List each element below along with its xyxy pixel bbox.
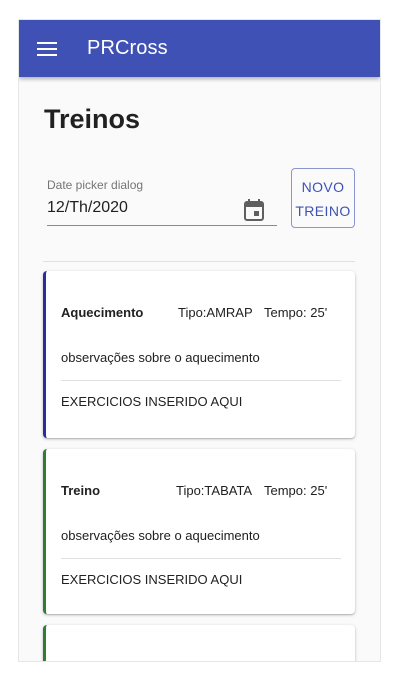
workout-card[interactable]: Aquecimento Tipo:AMRAP Tempo: 25' observ… [43, 271, 355, 438]
card-header: Treino Tipo:TABATA Tempo: 25' [61, 483, 341, 501]
calendar-icon [244, 199, 264, 221]
card-tipo: Tipo:AMRAP [178, 305, 253, 320]
date-picker-value[interactable]: 12/Th/2020 [47, 199, 128, 217]
card-observations: observações sobre o aquecimento [61, 528, 260, 543]
new-workout-line2: TREINO [295, 203, 351, 219]
divider [43, 261, 355, 262]
card-tempo: Tempo: 25' [264, 483, 328, 498]
card-tipo: Tipo:TABATA [176, 483, 253, 498]
page-title: Treinos [44, 104, 141, 134]
new-workout-button[interactable]: NOVO TREINO [291, 168, 355, 228]
card-exercises: EXERCICIOS INSERIDO AQUI [61, 572, 243, 587]
date-picker-field[interactable]: Date picker dialog 12/Th/2020 [47, 177, 277, 226]
new-workout-line1: NOVO [301, 179, 345, 195]
card-divider [61, 380, 341, 381]
card-name: Treino [61, 483, 101, 498]
card-exercises: EXERCICIOS INSERIDO AQUI [61, 394, 243, 409]
calendar-button[interactable] [243, 199, 265, 221]
card-divider [61, 558, 341, 559]
workout-card[interactable] [43, 625, 355, 661]
card-header: Aquecimento Tipo:AMRAP Tempo: 25' [61, 305, 341, 323]
app-bar: PRCross [19, 20, 380, 77]
menu-button[interactable] [19, 20, 75, 77]
workout-card[interactable]: Treino Tipo:TABATA Tempo: 25' observaçõe… [43, 449, 355, 614]
date-picker-label: Date picker dialog [47, 178, 144, 192]
app-frame: PRCross Treinos Date picker dialog 12/Th… [19, 20, 380, 661]
card-name: Aquecimento [61, 305, 144, 320]
card-tempo: Tempo: 25' [264, 305, 328, 320]
menu-icon [37, 41, 57, 56]
card-observations: observações sobre o aquecimento [61, 350, 260, 365]
app-title: PRCross [87, 37, 168, 59]
